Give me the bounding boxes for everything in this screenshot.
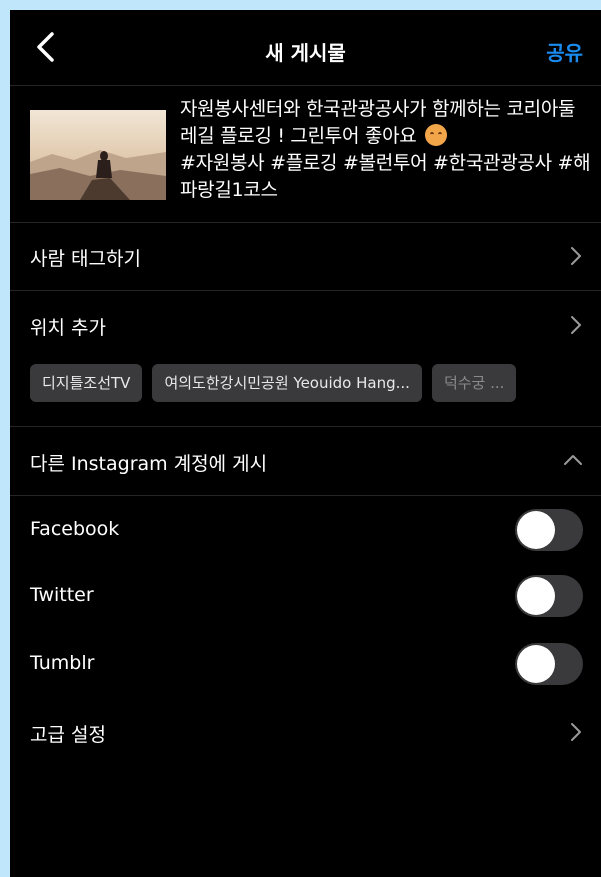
- location-chip[interactable]: 여의도한강시민공원 Yeouido Hang...: [152, 364, 422, 402]
- tag-people-label: 사람 태그하기: [30, 248, 141, 270]
- add-location-row[interactable]: 위치 추가: [10, 291, 601, 359]
- location-chip[interactable]: 디지틀조선TV: [30, 364, 143, 402]
- tumblr-toggle[interactable]: [515, 643, 583, 685]
- share-button[interactable]: 공유: [546, 37, 583, 66]
- caption-text[interactable]: 자원봉사센터와 한국관광공사가 함께하는 코리아둘레길 플로깅 ! 그린투어 좋…: [180, 96, 592, 204]
- facebook-toggle[interactable]: [515, 509, 583, 551]
- other-accounts-label: 다른 Instagram 계정에 게시: [30, 453, 268, 475]
- advanced-settings-row[interactable]: 고급 설정: [10, 700, 601, 768]
- other-accounts-row[interactable]: 다른 Instagram 계정에 게시: [10, 427, 601, 495]
- chevron-up-icon[interactable]: [563, 453, 583, 467]
- twitter-label: Twitter: [30, 584, 94, 606]
- advanced-settings-label: 고급 설정: [30, 724, 106, 746]
- toggle-knob: [517, 577, 555, 615]
- twitter-toggle[interactable]: [515, 575, 583, 617]
- toggle-knob: [517, 511, 555, 549]
- facebook-label: Facebook: [30, 518, 120, 540]
- page-title: 새 게시물: [265, 41, 346, 65]
- smiling-face-emoji-icon: [425, 124, 448, 146]
- tumblr-label: Tumblr: [30, 652, 95, 674]
- location-chip[interactable]: 덕수궁 ...: [431, 364, 517, 402]
- twitter-row: Twitter: [10, 564, 601, 632]
- chevron-right-icon: [571, 723, 581, 741]
- post-thumbnail[interactable]: [30, 110, 166, 200]
- chevron-right-icon: [571, 247, 581, 265]
- header: 새 게시물 공유: [10, 10, 601, 86]
- caption-body: 자원봉사센터와 한국관광공사가 함께하는 코리아둘레길 플로깅 ! 그린투어 좋…: [180, 98, 576, 147]
- caption-hashtags: #자원봉사 #플로깅 #볼런투어 #한국관광공사 #해파랑길1코스: [180, 152, 591, 201]
- chevron-right-icon: [571, 316, 581, 334]
- new-post-screen: 새 게시물 공유 자원봉사센터와 한국관광공사가 함께하는 코리아둘레길 플로깅…: [10, 10, 601, 877]
- caption-section: 자원봉사센터와 한국관광공사가 함께하는 코리아둘레길 플로깅 ! 그린투어 좋…: [10, 86, 601, 223]
- location-suggestions: 디지틀조선TV 여의도한강시민공원 Yeouido Hang... 덕수궁 ...: [30, 364, 601, 406]
- facebook-row: Facebook: [10, 496, 601, 564]
- tag-people-row[interactable]: 사람 태그하기: [10, 222, 601, 290]
- toggle-knob: [517, 645, 555, 683]
- add-location-label: 위치 추가: [30, 317, 106, 339]
- tumblr-row: Tumblr: [10, 632, 601, 700]
- thumbnail-image: [30, 110, 166, 200]
